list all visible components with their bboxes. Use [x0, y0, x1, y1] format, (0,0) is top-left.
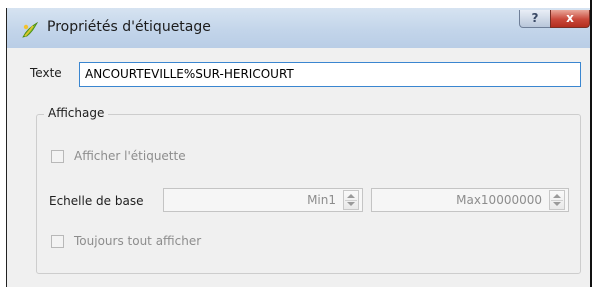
afficher-etiquette-label: Afficher l'étiquette [74, 149, 186, 163]
toujours-afficher-label: Toujours tout afficher [74, 234, 202, 248]
spin-down-icon[interactable] [553, 202, 561, 206]
spin-divider [551, 200, 563, 201]
echelle-max-spinbox[interactable]: Max10000000 [371, 188, 569, 212]
window-title: Propriétés d'étiquetage [47, 19, 211, 35]
texte-label: Texte [30, 66, 62, 80]
texte-input[interactable]: ANCOURTEVILLE%SUR-HERICOURT [79, 62, 581, 87]
echelle-min-value: Min1 [307, 193, 336, 207]
echelle-max-value: Max10000000 [456, 193, 542, 207]
screenshot-edge-top [0, 0, 600, 8]
close-icon: x [566, 11, 574, 25]
help-button[interactable]: ? [519, 10, 551, 28]
echelle-max-stepper[interactable] [549, 190, 565, 210]
spin-up-icon[interactable] [347, 194, 355, 198]
spin-divider [345, 200, 357, 201]
screenshot-edge-right-line [590, 0, 592, 287]
window-titlebar[interactable]: Propriétés d'étiquetage ? x [7, 8, 590, 48]
spin-up-icon[interactable] [553, 194, 561, 198]
qgis-icon [22, 21, 39, 38]
toujours-afficher-checkbox[interactable] [51, 235, 64, 248]
echelle-min-stepper[interactable] [343, 190, 359, 210]
spin-down-icon[interactable] [347, 202, 355, 206]
afficher-etiquette-checkbox[interactable] [51, 150, 64, 163]
echelle-min-spinbox[interactable]: Min1 [163, 188, 363, 212]
echelle-de-base-label: Echelle de base [49, 194, 144, 208]
close-button[interactable]: x [550, 10, 590, 28]
help-icon: ? [531, 11, 539, 25]
affichage-group-title: Affichage [44, 106, 109, 120]
